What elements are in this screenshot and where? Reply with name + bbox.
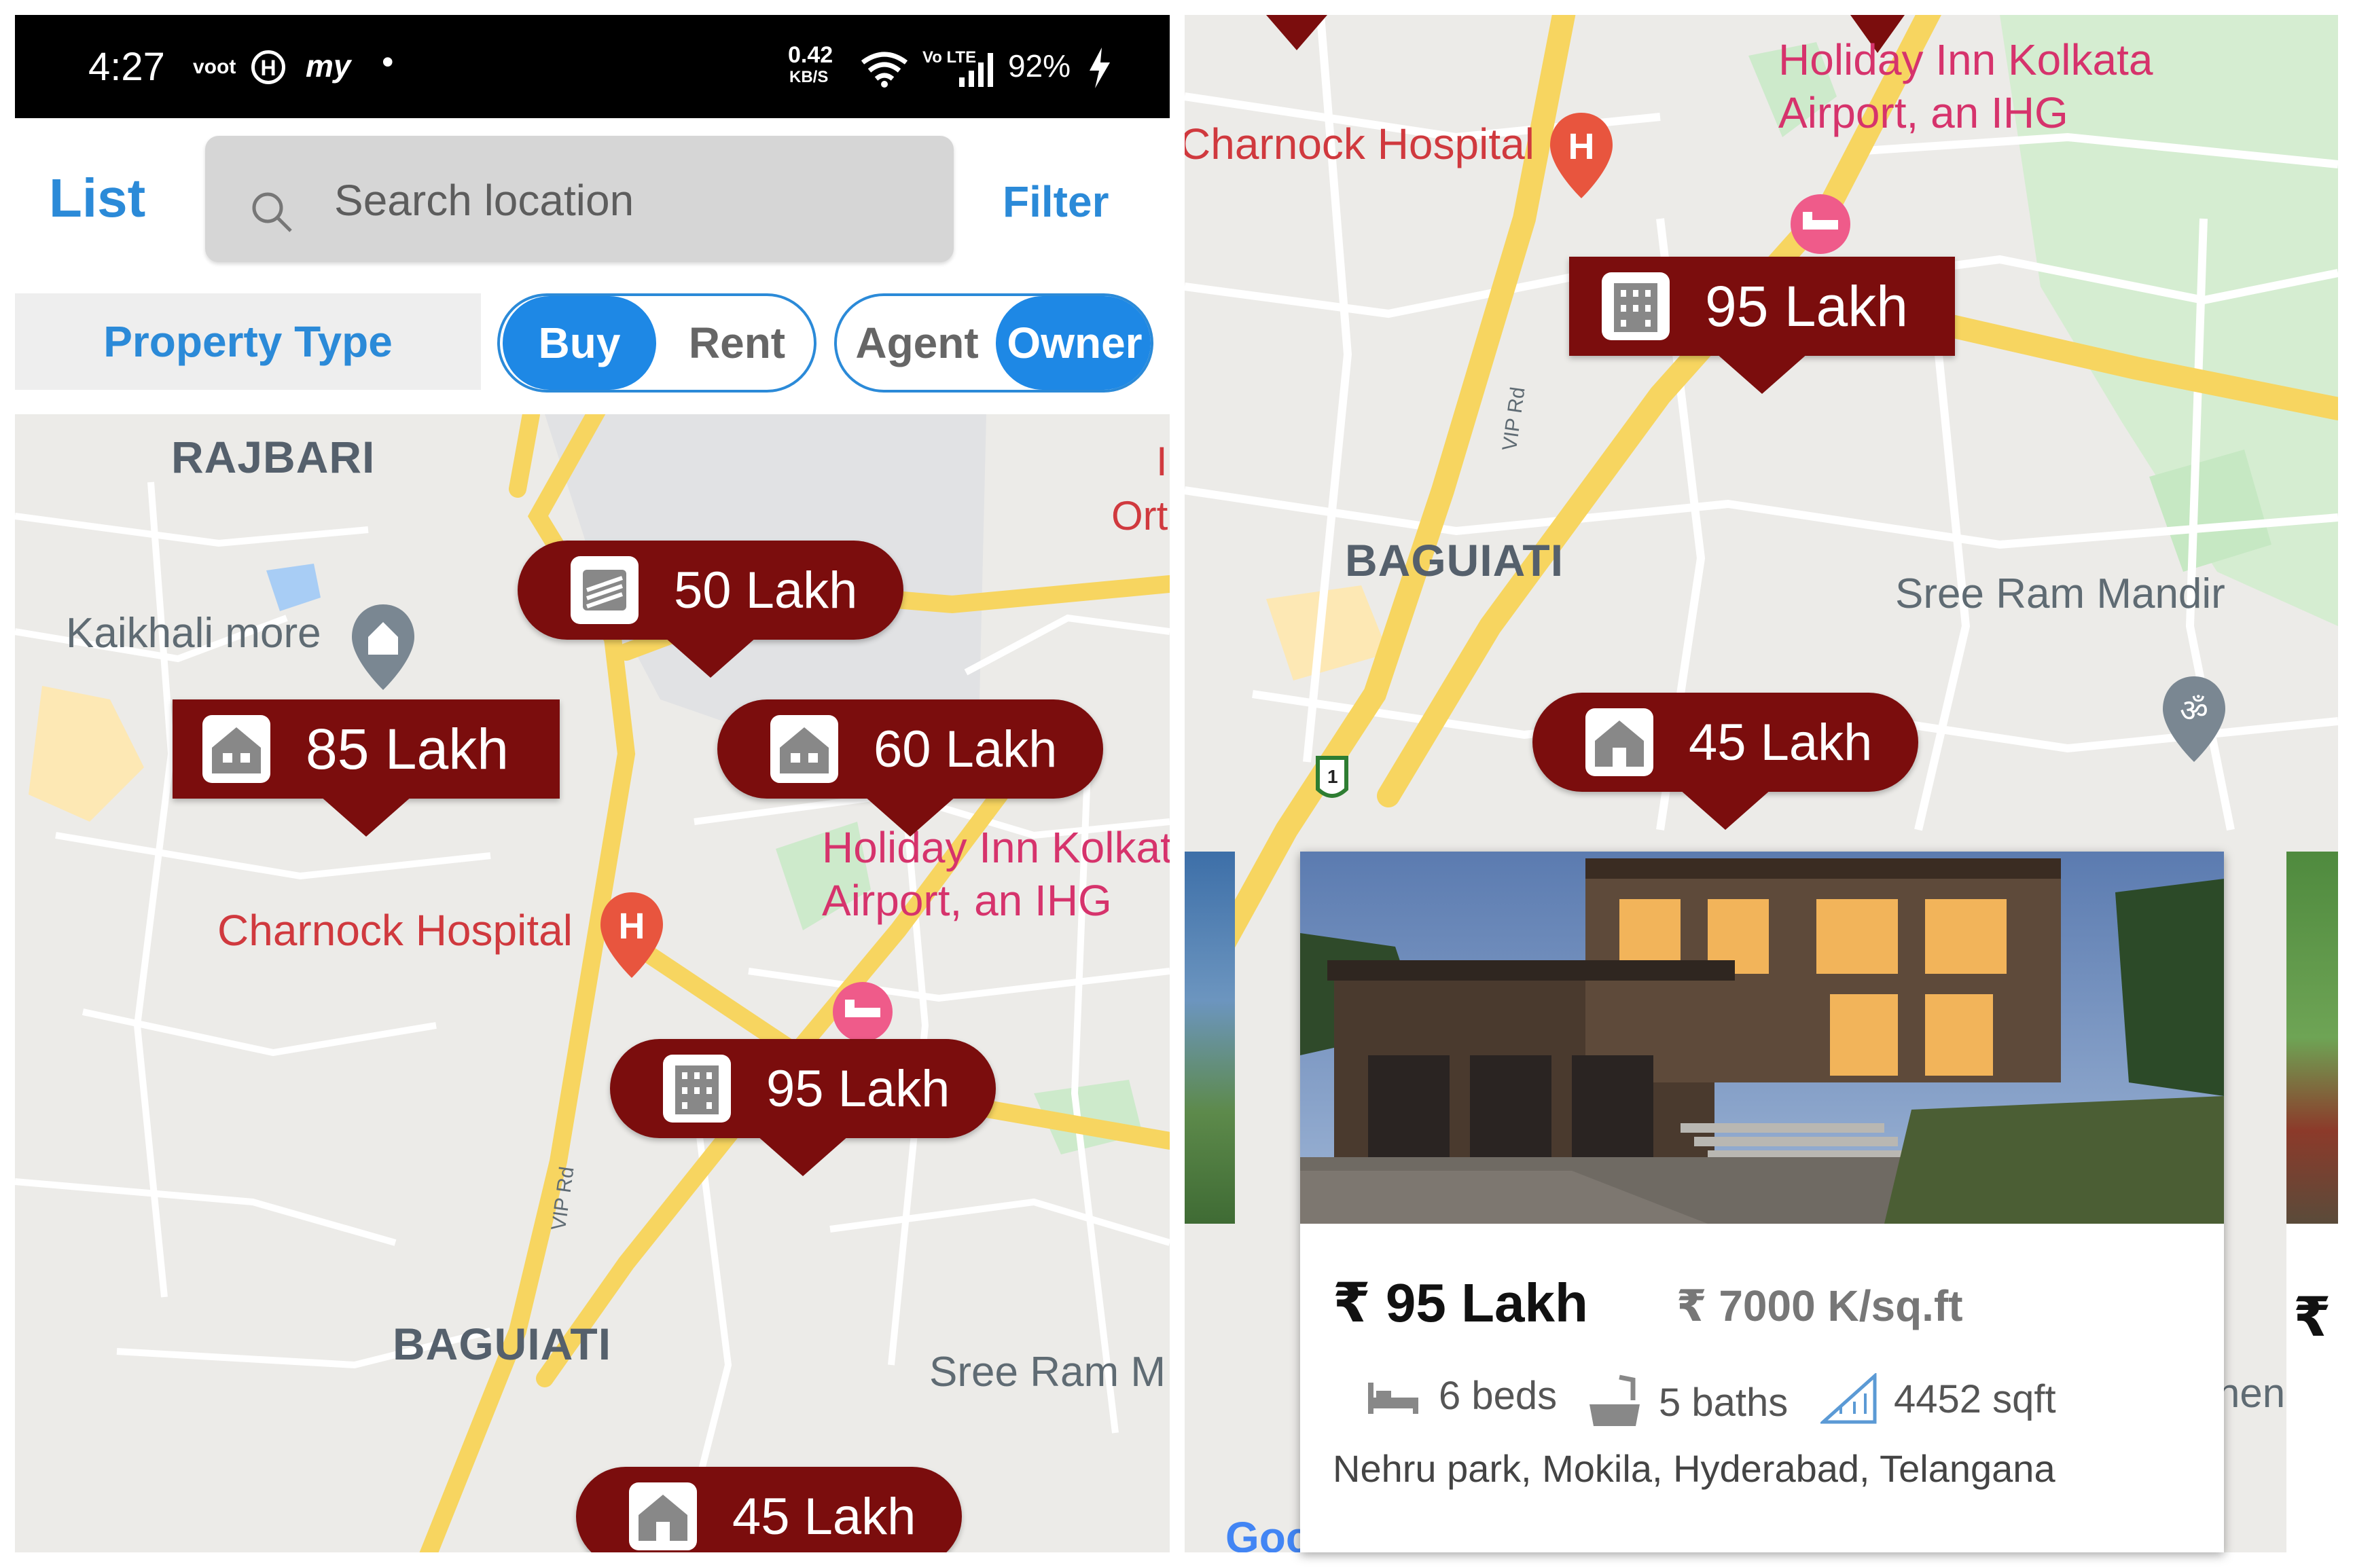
price-marker-95-lakh[interactable]: 95 Lakh [610, 1039, 996, 1176]
voot-app-icon: voot [193, 56, 236, 78]
price-marker-85-lakh[interactable]: 85 Lakh [173, 699, 560, 837]
property-type-button[interactable]: Property Type [15, 293, 481, 390]
area-ruler-icon [1820, 1373, 1877, 1424]
modern-house-photo [1300, 852, 2224, 1224]
label-edge-right-1: nen [2217, 1370, 2286, 1416]
net-speed-unit: KB/S [789, 68, 829, 86]
label-holiday-inn-line2: Airport, an IHG [1778, 88, 2068, 137]
rent-option[interactable]: Rent [660, 296, 814, 390]
bed-icon [1368, 1382, 1418, 1414]
route-number: 1 [1327, 766, 1338, 787]
label-baguiati: BAGUIATI [393, 1319, 612, 1369]
temple-pin-icon[interactable] [348, 602, 418, 693]
marker-price: 45 Lakh [732, 1487, 916, 1546]
status-bar: 4:27 voot H my • 0.42 KB/S Vo LTE 92% [15, 15, 1170, 118]
next-card-photo[interactable] [2286, 852, 2338, 1224]
price-marker-45-lakh[interactable]: 45 Lakh [576, 1467, 962, 1552]
label-holiday-inn-line2: Airport, an IHG [822, 876, 1112, 925]
label-rajbari: RAJBARI [171, 432, 376, 482]
house-icon [770, 715, 838, 783]
card-area: 4452 sqft [1820, 1373, 2056, 1425]
agent-option[interactable]: Agent [837, 296, 997, 390]
label-sree-ram: Sree Ram M [929, 1349, 1166, 1396]
card-address: Nehru park, Mokila, Hyderabad, Telangana [1333, 1447, 2055, 1490]
google-logo-partial: Goc [1225, 1513, 1310, 1552]
buy-option[interactable]: Buy [503, 296, 656, 390]
h-app-icon: H [251, 50, 285, 84]
property-card[interactable]: ₹ 95 Lakh ₹ 7000 K/sq.ft 6 beds 5 baths … [1300, 852, 2224, 1552]
baths-text: 5 baths [1659, 1380, 1789, 1425]
card-beds: 6 beds [1365, 1373, 1557, 1419]
search-icon [252, 192, 292, 232]
left-map-panel[interactable]: RAJBARI Kaikhali more Charnock Hospital … [15, 414, 1170, 1552]
filter-button[interactable]: Filter [1003, 177, 1109, 227]
price-marker-45-lakh[interactable]: 45 Lakh [1532, 693, 1918, 830]
app-header: List Search location Filter [15, 118, 1170, 302]
label-charnock-hospital: Charnock Hospital [1185, 120, 1534, 168]
bathtub-icon [1589, 1374, 1640, 1426]
label-sree-ram-mandir: Sree Ram Mandir [1895, 570, 2225, 617]
house-icon [202, 715, 270, 783]
search-placeholder: Search location [334, 176, 634, 225]
land-icon [571, 556, 639, 624]
status-time: 4:27 [88, 45, 165, 89]
charging-bolt-icon [1090, 48, 1110, 88]
my-app-icon: my [306, 48, 351, 84]
apartment-building-icon [1602, 272, 1670, 340]
agent-owner-toggle[interactable]: Agent Owner [834, 293, 1153, 393]
svg-text:H: H [1568, 126, 1595, 167]
card-price-per-sqft: ₹ 7000 K/sq.ft [1676, 1281, 1963, 1330]
marker-price: 60 Lakh [874, 720, 1058, 778]
marker-price: 50 Lakh [674, 561, 858, 619]
prev-card-photo[interactable] [1185, 852, 1235, 1224]
marker-price: 45 Lakh [1689, 713, 1873, 771]
wifi-icon [861, 52, 908, 88]
label-holiday-inn-line1: Holiday Inn Kolkata [1778, 35, 2153, 84]
label-baguiati: BAGUIATI [1345, 535, 1564, 585]
hospital-pin-icon[interactable]: H [596, 890, 667, 981]
house-icon [629, 1482, 697, 1550]
price-marker-50-lakh[interactable]: 50 Lakh [518, 541, 903, 678]
om-temple-pin-icon[interactable]: ॐ [2159, 674, 2229, 765]
volte-icon: Vo LTE [922, 48, 977, 67]
marker-price: 85 Lakh [306, 716, 509, 781]
card-price: ₹ 95 Lakh [1333, 1273, 1588, 1333]
svg-text:H: H [619, 906, 645, 947]
label-charnock-hospital: Charnock Hospital [217, 906, 573, 955]
search-input[interactable]: Search location [205, 136, 954, 262]
screenshot-collage: RAJBARI Kaikhali more Charnock Hospital … [0, 0, 2353, 1568]
panel-divider [1170, 0, 1185, 1568]
hotel-pin-icon[interactable] [1788, 192, 1853, 266]
net-speed-value: 0.42 [788, 42, 833, 68]
status-dot: • [382, 43, 394, 81]
marker-price: 95 Lakh [1705, 274, 1908, 338]
marker-price: 95 Lakh [766, 1059, 950, 1118]
owner-option[interactable]: Owner [996, 296, 1151, 390]
beds-text: 6 beds [1439, 1374, 1558, 1418]
label-kaikhali-more: Kaikhali more [66, 610, 321, 657]
label-edge-2: Ort [1111, 493, 1168, 539]
svg-text:ॐ: ॐ [2180, 692, 2208, 729]
label-edge-1: I [1156, 439, 1168, 484]
next-card-rupee: ₹ [2293, 1287, 2331, 1347]
apartment-building-icon [663, 1055, 731, 1123]
price-marker-95-lakh[interactable]: 95 Lakh [1569, 257, 1955, 394]
signal-icon [959, 53, 993, 87]
buy-rent-toggle[interactable]: Buy Rent [497, 293, 816, 393]
price-marker-60-lakh[interactable]: 60 Lakh [717, 699, 1103, 837]
hospital-pin-icon[interactable]: H [1546, 110, 1617, 201]
house-icon [1585, 708, 1653, 776]
next-card-body[interactable]: ₹ [2286, 1224, 2338, 1552]
area-text: 4452 sqft [1894, 1376, 2056, 1421]
card-baths: 5 baths [1585, 1373, 1788, 1432]
battery-percent: 92% [1008, 48, 1071, 84]
list-view-link[interactable]: List [49, 167, 145, 230]
